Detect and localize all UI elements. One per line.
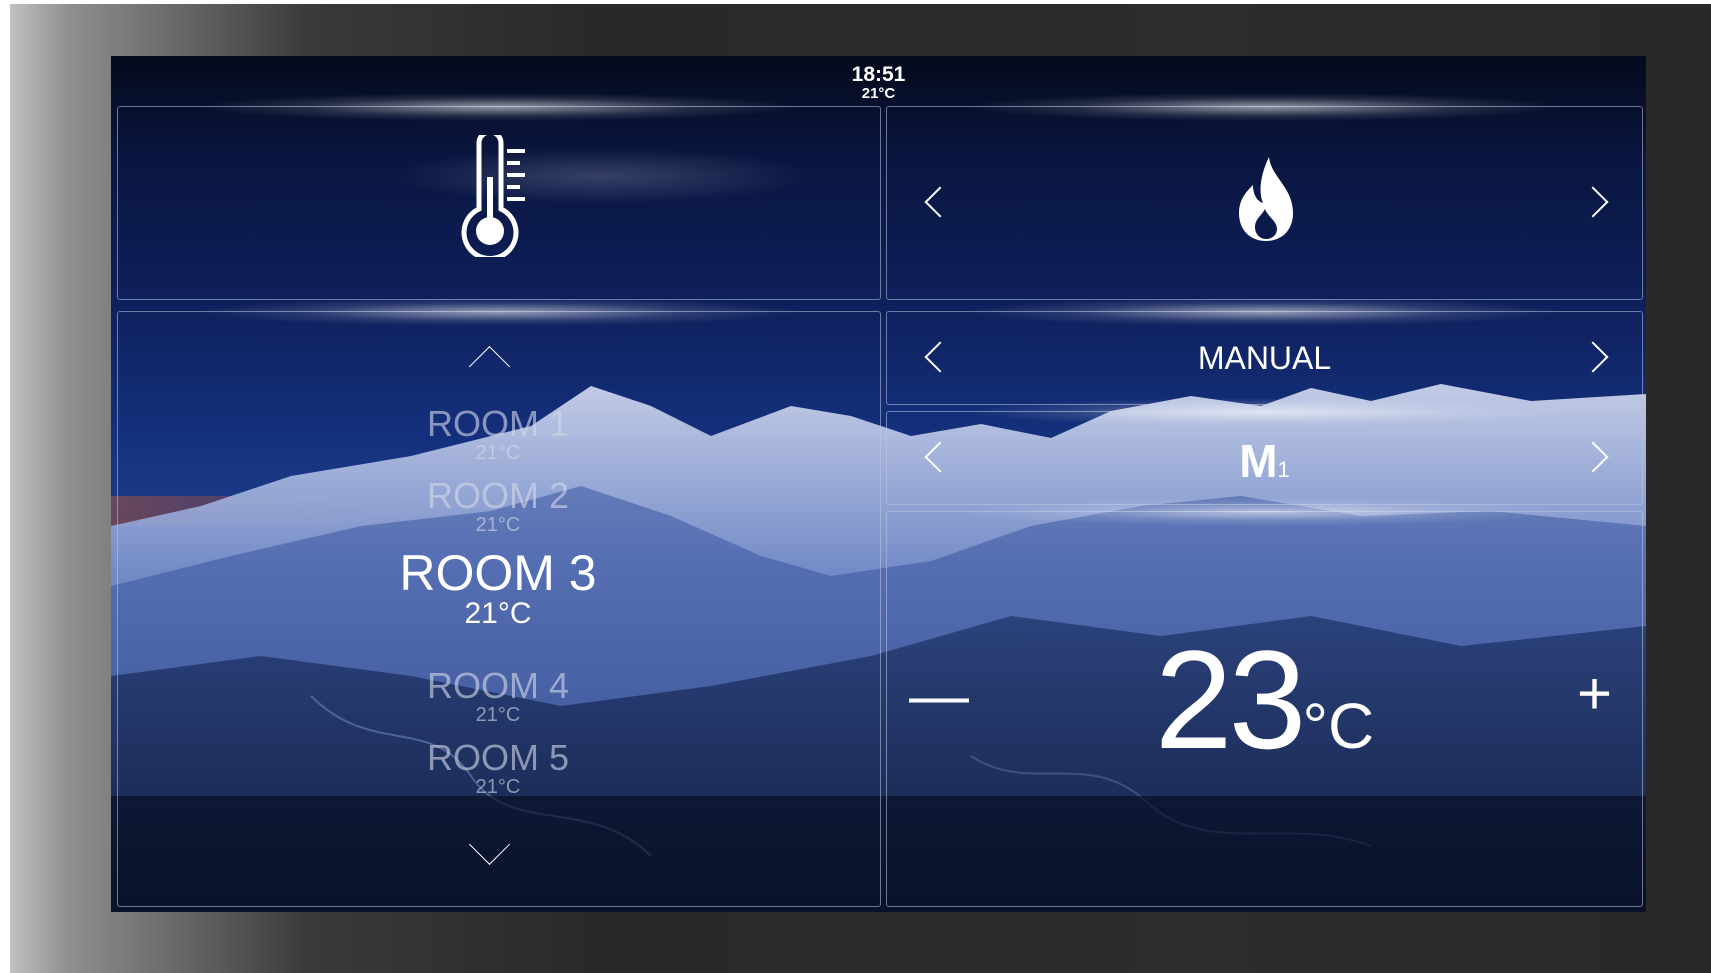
- room-temp: 21°C: [475, 514, 521, 536]
- panel-glow: [970, 93, 1559, 121]
- rooms-up-arrow[interactable]: [468, 345, 511, 388]
- bezel-top: [0, 0, 1711, 4]
- program-panel: M1: [886, 398, 1643, 505]
- room-name: ROOM 1: [426, 403, 569, 444]
- room-item-5[interactable]: ROOM 5 21°C: [118, 737, 878, 799]
- clock-time: 18:51: [851, 63, 906, 86]
- heating-panel: [886, 93, 1643, 300]
- room-temp: 21°C: [475, 704, 521, 726]
- panel-glow: [970, 398, 1559, 426]
- panel-glow: [970, 298, 1559, 326]
- setpoint-value: 23: [1154, 621, 1307, 778]
- setpoint-panel: — 23°C +: [886, 498, 1643, 907]
- increase-button[interactable]: +: [1577, 664, 1612, 724]
- mode-label: MANUAL: [1197, 340, 1332, 376]
- panel-glow: [201, 93, 797, 121]
- room-name: ROOM 5: [426, 737, 569, 778]
- room-name: ROOM 2: [426, 475, 569, 516]
- room-name: ROOM 4: [426, 665, 569, 706]
- sensor-panel[interactable]: [117, 93, 881, 300]
- setpoint-display: 23°C: [887, 630, 1642, 770]
- room-item-1[interactable]: ROOM 1 21°C: [118, 403, 878, 465]
- panel-glow: [201, 298, 797, 326]
- heating-prev-arrow[interactable]: [924, 186, 956, 218]
- room-temp: 21°C: [475, 442, 521, 464]
- room-item-4[interactable]: ROOM 4 21°C: [118, 665, 878, 727]
- program-label: M1: [887, 434, 1642, 488]
- flame-icon: [1239, 157, 1293, 241]
- room-item-3-selected[interactable]: ROOM 3 21°C: [118, 548, 878, 630]
- panel-glow: [970, 498, 1559, 526]
- thermostat-screen: 18:51 21°C ROOM 1 21°C ROOM 2 21°C ROOM …: [111, 56, 1646, 912]
- room-item-2[interactable]: ROOM 2 21°C: [118, 475, 878, 537]
- rooms-down-arrow[interactable]: [468, 823, 511, 866]
- program-letter: M: [1239, 435, 1278, 487]
- bezel-left: [0, 0, 10, 973]
- rooms-panel: ROOM 1 21°C ROOM 2 21°C ROOM 3 21°C ROOM…: [117, 298, 881, 907]
- room-name: ROOM 3: [399, 545, 597, 601]
- program-subscript: 1: [1277, 457, 1290, 482]
- heating-next-arrow[interactable]: [1577, 186, 1609, 218]
- thermometer-icon: [461, 135, 525, 257]
- room-temp: 21°C: [475, 776, 521, 798]
- setpoint-unit: °C: [1302, 690, 1375, 762]
- room-temp: 21°C: [464, 597, 532, 630]
- mode-panel: MANUAL: [886, 298, 1643, 405]
